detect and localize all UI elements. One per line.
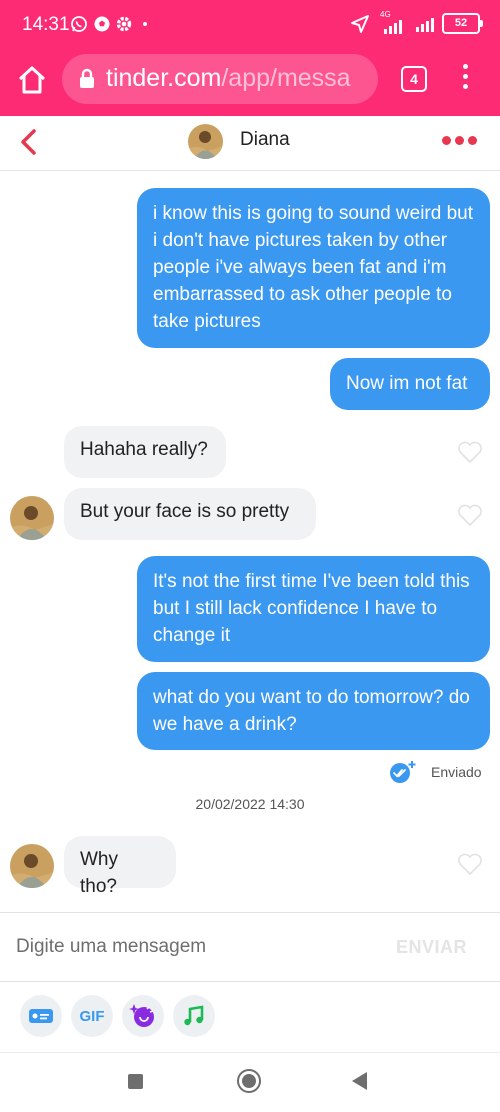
browser-menu-icon[interactable] [455,64,475,98]
status-bar: 14:31 4G 52 [0,0,500,50]
signal-bars-icon [416,16,434,32]
like-heart-icon[interactable] [457,503,483,527]
tab-count: 4 [410,71,418,87]
gif-button[interactable]: GIF [71,995,113,1037]
send-button[interactable]: ENVIAR [396,937,467,958]
avatar-photo [10,496,54,540]
music-note-icon [184,1005,204,1026]
back-chevron-icon[interactable] [14,126,44,158]
like-heart-icon[interactable] [457,440,483,464]
sticker-button[interactable] [122,995,164,1037]
home-circle-icon[interactable] [237,1069,261,1093]
browser-toolbar: tinder.com/app/messa 4 [0,50,500,116]
contact-card-icon [29,1009,53,1023]
tab-switcher-button[interactable]: 4 [401,66,427,92]
contact-card-button[interactable] [20,995,62,1037]
avatar-photo [10,844,54,888]
composer-tools: GIF [0,980,500,1053]
address-bar[interactable]: tinder.com/app/messa [62,54,378,104]
url-text: tinder.com/app/messa [106,64,374,93]
status-time: 14:31 [22,14,70,35]
contact-avatar[interactable] [10,844,54,888]
message-composer: ENVIAR [0,912,500,982]
battery-icon: 52 [442,13,483,34]
message-outgoing[interactable]: It's not the first time I've been told t… [137,556,490,662]
lock-icon [80,68,94,88]
contact-avatar[interactable] [10,496,54,540]
gif-label: GIF [79,1007,105,1025]
contact-avatar[interactable] [188,124,223,159]
browser-chrome: 14:31 4G 52 tinder.com/app/messa 4 [0,0,500,116]
status-right-cluster: 4G 52 [350,10,483,34]
message-input[interactable] [14,931,358,963]
contact-name[interactable]: Diana [240,129,290,151]
back-triangle-icon[interactable] [352,1072,367,1090]
delivered-check-icon [390,761,416,783]
settings-gear-icon [116,16,132,32]
system-navigation-bar [0,1053,500,1112]
home-icon[interactable] [16,64,48,96]
message-incoming[interactable]: Why tho? [64,836,176,897]
like-heart-icon[interactable] [457,852,483,876]
sent-status: Enviado [388,760,482,784]
message-outgoing[interactable]: i know this is going to sound weird but … [137,188,490,348]
notification-dot-icon [143,22,147,26]
chat-options-icon[interactable] [442,136,477,145]
message-outgoing[interactable]: Now im not fat [330,358,490,410]
soccer-ball-icon [94,16,110,32]
location-arrow-icon [351,14,369,33]
music-button[interactable] [173,995,215,1037]
message-incoming[interactable]: Hahaha really? [64,426,226,478]
signal-4g-icon: 4G [378,10,408,34]
whatsapp-icon [71,16,87,32]
battery-level: 52 [454,17,468,29]
avatar-photo [188,124,223,159]
date-separator: 20/02/2022 14:30 [195,796,305,812]
recent-apps-icon[interactable] [128,1074,143,1089]
chat-header: Diana [0,116,500,171]
sticker-sparkle-icon [129,1004,154,1027]
url-path: /app/messa [221,64,351,92]
sent-status-label: Enviado [431,764,482,780]
message-incoming[interactable]: But your face is so pretty [64,488,316,540]
message-outgoing[interactable]: what do you want to do tomorrow? do we h… [137,672,490,750]
url-host: tinder.com [106,64,222,92]
